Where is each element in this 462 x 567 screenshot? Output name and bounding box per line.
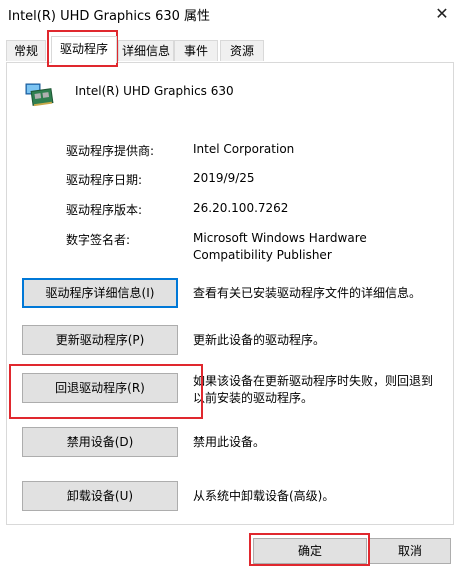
provider-value: Intel Corporation — [193, 142, 295, 156]
signer-value-line2: Compatibility Publisher — [193, 248, 332, 262]
disable-device-desc: 禁用此设备。 — [193, 435, 266, 449]
tab-events[interactable]: 事件 — [174, 40, 218, 61]
tab-driver[interactable]: 驱动程序 — [51, 36, 117, 63]
roll-back-desc-line1: 如果该设备在更新驱动程序时失败，则回退到 — [193, 374, 434, 388]
version-value: 26.20.100.7262 — [193, 201, 289, 215]
uninstall-device-button[interactable]: 卸载设备(U) — [22, 481, 178, 511]
roll-back-desc-line2: 以前安装的驱动程序。 — [193, 391, 314, 405]
tab-resources[interactable]: 资源 — [220, 40, 264, 61]
disable-device-button[interactable]: 禁用设备(D) — [22, 427, 178, 457]
tab-strip: 常规 驱动程序 详细信息 事件 资源 — [0, 36, 462, 63]
signer-label: 数字签名者: — [66, 233, 131, 247]
tab-details[interactable]: 详细信息 — [118, 40, 174, 61]
close-icon[interactable]: ✕ — [422, 0, 462, 28]
window-title: Intel(R) UHD Graphics 630 属性 — [8, 9, 211, 24]
date-value: 2019/9/25 — [193, 171, 255, 185]
update-driver-desc: 更新此设备的驱动程序。 — [193, 333, 326, 347]
uninstall-device-desc: 从系统中卸载设备(高级)。 — [193, 489, 335, 503]
device-name: Intel(R) UHD Graphics 630 — [75, 84, 234, 98]
provider-label: 驱动程序提供商: — [66, 144, 155, 158]
ok-button[interactable]: 确定 — [253, 538, 367, 564]
title-bar: Intel(R) UHD Graphics 630 属性 ✕ — [0, 0, 462, 28]
cancel-button[interactable]: 取消 — [369, 538, 451, 564]
signer-value-line1: Microsoft Windows Hardware — [193, 231, 367, 245]
version-label: 驱动程序版本: — [66, 203, 143, 217]
driver-details-desc: 查看有关已安装驱动程序文件的详细信息。 — [193, 286, 422, 300]
date-label: 驱动程序日期: — [66, 173, 143, 187]
roll-back-driver-button[interactable]: 回退驱动程序(R) — [22, 373, 178, 403]
update-driver-button[interactable]: 更新驱动程序(P) — [22, 325, 178, 355]
tab-general[interactable]: 常规 — [6, 40, 46, 61]
driver-details-button[interactable]: 驱动程序详细信息(I) — [22, 278, 178, 308]
display-adapter-icon — [25, 83, 54, 107]
